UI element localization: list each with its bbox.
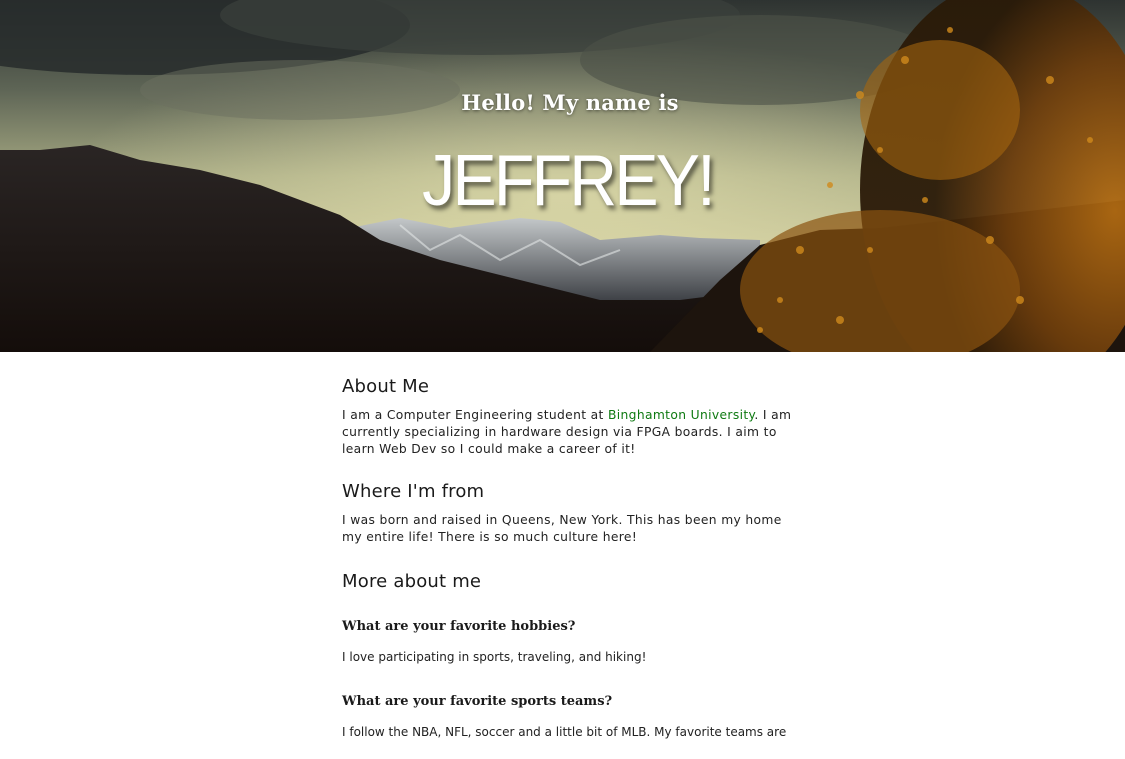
hobbies-answer: I love participating in sports, travelin… (342, 650, 647, 664)
main-content: About Me I am a Computer Engineering stu… (342, 352, 802, 741)
hero-greeting: Hello! My name is (461, 90, 679, 115)
about-section: About Me I am a Computer Engineering stu… (342, 376, 802, 458)
about-heading: About Me (342, 376, 430, 397)
sports-answer: I follow the NBA, NFL, soccer and a litt… (342, 725, 787, 739)
more-about-heading: More about me (342, 571, 482, 592)
where-from-section: Where I'm from I was born and raised in … (342, 481, 802, 546)
about-text: I am a Computer Engineering student at B… (342, 407, 802, 458)
hobbies-question: What are your favorite hobbies? (342, 619, 576, 634)
hero-name-title: JEFFREY! (422, 141, 716, 221)
hero-banner: Hello! My name is JEFFREY! (0, 0, 1125, 352)
where-from-heading: Where I'm from (342, 481, 485, 502)
more-about-section: More about me What are your favorite hob… (342, 571, 802, 741)
about-text-start: I am a Computer Engineering student at (342, 408, 608, 422)
binghamton-university-link[interactable]: Binghamton University (608, 408, 754, 422)
sports-question: What are your favorite sports teams? (342, 694, 613, 709)
where-from-text: I was born and raised in Queens, New Yor… (342, 513, 782, 544)
